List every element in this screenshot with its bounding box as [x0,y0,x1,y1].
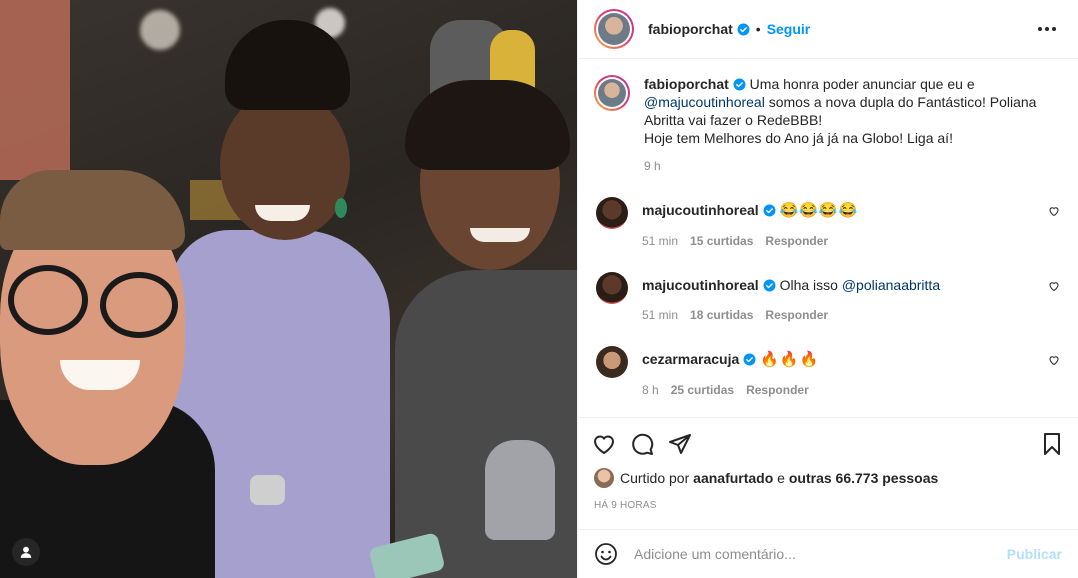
liker-username[interactable]: aanafurtado [693,470,773,486]
background-person [0,0,70,180]
comment-time[interactable]: 51 min [642,234,678,248]
post-photo[interactable] [0,0,577,578]
commenter-username[interactable]: majucoutinhoreal [642,202,759,218]
likes-summary: Curtido por aanafurtado e outras 66.773 … [592,468,1064,488]
heart-icon[interactable] [1048,280,1060,292]
commenter-username[interactable]: majucoutinhoreal [642,277,759,293]
user-icon [20,546,32,558]
author-username[interactable]: fabioporchat [648,21,733,37]
man-smile [470,228,530,242]
post-side-panel: fabioporchat • Seguir fabioporchat Uma h… [577,0,1078,578]
post-caption: fabioporchat Uma honra poder anunciar qu… [594,75,1062,173]
commenter-avatar[interactable] [596,346,628,378]
comment-bubble-icon[interactable] [630,432,654,456]
reply-button[interactable]: Responder [765,234,828,248]
comment-likes[interactable]: 15 curtidas [690,234,753,248]
comment-text: 😂😂😂😂 [779,202,859,219]
comment-item: cezarmaracuja 🔥🔥🔥 8 h 25 curtidas Respon… [594,346,1062,397]
verified-badge-icon [733,78,746,91]
caption-username[interactable]: fabioporchat [644,76,729,92]
share-send-icon[interactable] [668,432,692,456]
caption-text: Uma honra poder anunciar que eu e [749,76,975,92]
likes-others-link[interactable]: outras 66.773 pessoas [789,470,938,486]
add-comment-bar: Publicar [578,529,1078,578]
wine-glass [485,440,555,540]
heart-icon[interactable] [1048,205,1060,217]
bracelet [250,475,285,505]
save-bookmark-icon[interactable] [1040,432,1064,456]
commenter-avatar[interactable] [596,272,628,304]
comment-text: 🔥🔥🔥 [760,351,820,368]
like-heart-icon[interactable] [592,432,616,456]
selfie-hair [0,170,185,250]
comment-time[interactable]: 8 h [642,383,659,397]
likes-prefix: Curtido por [620,470,694,486]
reply-button[interactable]: Responder [746,383,809,397]
commenter-avatar[interactable] [596,197,628,229]
liker-avatar[interactable] [594,468,614,488]
emoji-icon[interactable] [594,542,618,566]
follow-button[interactable]: Seguir [767,21,811,37]
background-light [140,10,180,50]
comment-input[interactable] [634,546,1007,562]
caption-text: Hoje tem Melhores do Ano já já na Globo!… [644,130,953,146]
post-header: fabioporchat • Seguir [578,0,1078,59]
comment-text: Olha isso [779,277,842,293]
comment-item: majucoutinhoreal Olha isso @polianaabrit… [594,272,1062,322]
comment-likes[interactable]: 25 curtidas [671,383,734,397]
post-actions: Curtido por aanafurtado e outras 66.773 … [578,417,1078,511]
verified-badge-icon [737,23,750,35]
author-avatar[interactable] [594,9,634,49]
separator-dot: • [755,21,761,37]
instagram-post-modal: fabioporchat • Seguir fabioporchat Uma h… [0,0,1078,578]
publish-button[interactable]: Publicar [1007,546,1062,562]
man-hair [405,80,570,170]
reply-button[interactable]: Responder [765,308,828,322]
heart-icon[interactable] [1048,354,1060,366]
glasses-right [100,272,178,338]
glasses-left [8,265,88,335]
likes-middle: e [773,470,789,486]
caption-author-avatar[interactable] [594,75,630,111]
comment-item: majucoutinhoreal 😂😂😂😂 51 min 15 curtidas… [594,197,1062,248]
post-time-ago[interactable]: HÁ 9 HORAS [594,500,1064,511]
comment-likes[interactable]: 18 curtidas [690,308,753,322]
more-options-icon[interactable] [1032,21,1062,37]
caption-time[interactable]: 9 h [644,159,1062,173]
comment-mention-link[interactable]: @polianaabritta [842,277,940,293]
tagged-users-button[interactable] [12,538,40,566]
commenter-username[interactable]: cezarmaracuja [642,351,739,367]
comments-list[interactable]: fabioporchat Uma honra poder anunciar qu… [578,59,1078,417]
verified-badge-icon [763,204,776,217]
woman-smile [255,205,310,221]
verified-badge-icon [743,353,756,366]
earring [335,198,347,218]
verified-badge-icon [763,279,776,292]
comment-time[interactable]: 51 min [642,308,678,322]
caption-mention-link[interactable]: @majucoutinhoreal [644,94,765,110]
